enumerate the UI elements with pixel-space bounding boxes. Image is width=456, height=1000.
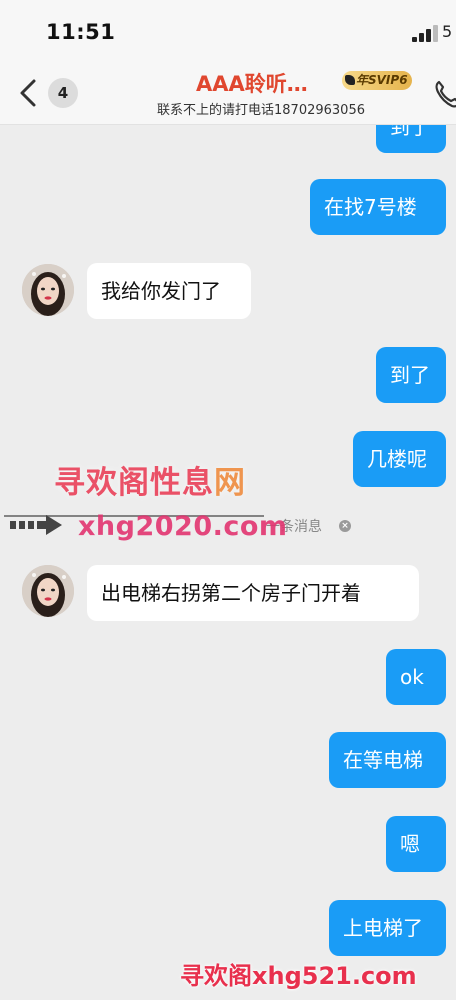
message-text: 出电梯右拐第二个房子门开着 bbox=[101, 581, 361, 605]
message-list[interactable]: 到了 在找7号楼 我给你发门了 到了 几楼呢 一条消息 × 出电梯右拐第二个房子… bbox=[0, 125, 456, 1000]
message-text: 我给你发门了 bbox=[101, 279, 221, 303]
message-bubble-outgoing[interactable]: 在等电梯 bbox=[329, 732, 446, 788]
status-bar: 11:51 5 bbox=[0, 0, 456, 62]
message-bubble-outgoing[interactable]: 到了 bbox=[376, 125, 446, 153]
svip-badge: 年SVIP6 bbox=[342, 71, 412, 90]
message-bubble-outgoing[interactable]: 几楼呢 bbox=[353, 431, 446, 487]
watermark-footer: 寻欢阁xhg521.com bbox=[180, 962, 417, 990]
message-bubble-incoming[interactable]: 我给你发门了 bbox=[87, 263, 251, 319]
message-text: 到了 bbox=[390, 363, 430, 387]
message-text: 在找7号楼 bbox=[324, 195, 417, 219]
message-text: 在等电梯 bbox=[343, 748, 423, 772]
avatar-image bbox=[22, 565, 74, 617]
back-chevron-icon bbox=[20, 79, 36, 107]
contact-avatar[interactable] bbox=[22, 264, 74, 316]
message-text: 到了 bbox=[390, 125, 430, 139]
status-extra: 5 bbox=[442, 22, 453, 41]
phone-button[interactable] bbox=[432, 78, 456, 110]
message-text: 嗯 bbox=[400, 832, 420, 856]
message-bubble-outgoing[interactable]: ok bbox=[386, 649, 446, 705]
status-time: 11:51 bbox=[46, 20, 116, 44]
message-text: 上电梯了 bbox=[343, 916, 423, 940]
message-bubble-incoming[interactable]: 出电梯右拐第二个房子门开着 bbox=[87, 565, 419, 621]
arrow-icon bbox=[10, 515, 62, 535]
watermark-site-name-main: 寻欢阁性息 bbox=[54, 465, 214, 501]
message-bubble-outgoing[interactable]: 上电梯了 bbox=[329, 900, 446, 956]
unread-count-badge[interactable]: 4 bbox=[48, 78, 78, 108]
message-text: 几楼呢 bbox=[367, 447, 427, 471]
watermark-site-name: 寻欢阁性息网 bbox=[54, 457, 246, 502]
chat-title[interactable]: AAA聆听… bbox=[196, 68, 308, 98]
message-bubble-outgoing[interactable]: 嗯 bbox=[386, 816, 446, 872]
avatar-image bbox=[22, 264, 74, 316]
message-text: ok bbox=[400, 665, 424, 689]
chat-subtitle: 联系不上的请打电话18702963056 bbox=[157, 103, 365, 118]
chat-header: 4 AAA聆听… 年SVIP6 联系不上的请打电话18702963056 bbox=[0, 62, 456, 125]
signal-icon bbox=[412, 24, 438, 42]
back-button[interactable] bbox=[14, 76, 44, 110]
message-bubble-outgoing[interactable]: 在找7号楼 bbox=[310, 179, 446, 235]
message-bubble-outgoing[interactable]: 到了 bbox=[376, 347, 446, 403]
phone-icon bbox=[435, 80, 456, 108]
watermark-site-name-tail: 网 bbox=[214, 465, 246, 501]
close-icon[interactable]: × bbox=[339, 520, 351, 532]
watermark-url: xhg2020.com bbox=[78, 511, 288, 542]
contact-avatar[interactable] bbox=[22, 565, 74, 617]
